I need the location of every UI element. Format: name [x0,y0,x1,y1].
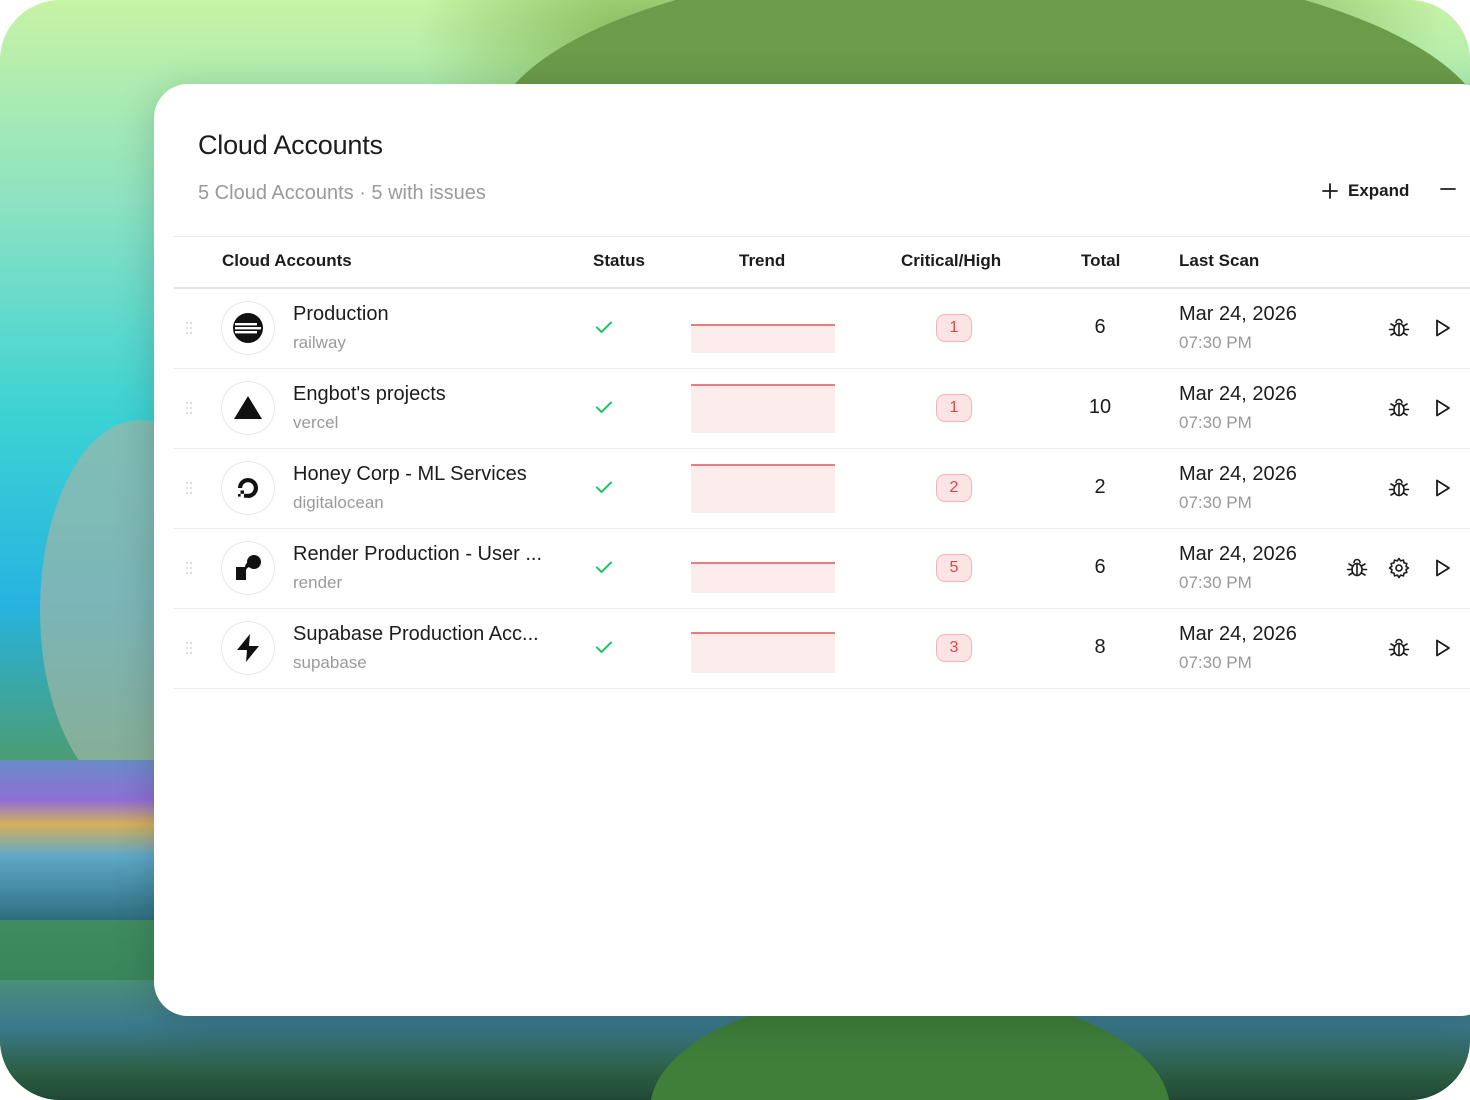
column-header-total[interactable]: Total [1081,251,1120,271]
total-count: 6 [1094,316,1106,338]
minus-icon [1440,188,1456,190]
critical-high-badge: 2 [936,474,972,502]
total-count: 6 [1094,556,1106,578]
account-name[interactable]: Production [293,303,389,326]
status-check-icon [594,397,614,421]
drag-handle-icon[interactable] [186,642,194,654]
table-row[interactable]: Production railway 1 6 Mar 24, 2026 07:3… [174,289,1470,369]
drag-handle-icon[interactable] [186,402,194,414]
bug-icon[interactable] [1345,556,1369,580]
total-count: 10 [1088,396,1112,418]
railway-logo-icon [221,301,275,355]
status-check-icon [594,317,614,341]
account-provider: digitalocean [293,493,384,512]
trend-sparkline [691,384,835,433]
play-icon[interactable] [1430,396,1454,420]
play-icon[interactable] [1430,476,1454,500]
column-header-critical-high[interactable]: Critical/High [901,251,1001,271]
desktop-wallpaper: Cloud Accounts 5 Cloud Accounts · 5 with… [0,0,1470,1100]
total-count: 8 [1094,636,1106,658]
trend-sparkline [691,632,835,673]
drag-handle-icon[interactable] [186,562,194,574]
drag-handle-icon[interactable] [186,482,194,494]
accounts-table: Cloud Accounts Status Trend Critical/Hig… [174,236,1470,689]
status-check-icon [594,557,614,581]
column-header-cloud-accounts[interactable]: Cloud Accounts [222,251,352,271]
bug-icon[interactable] [1387,476,1411,500]
expand-button[interactable]: Expand [1322,181,1409,201]
digitalocean-logo-icon [221,461,275,515]
last-scan-time: 07:30 PM [1179,493,1252,512]
trend-sparkline [691,324,835,353]
play-icon[interactable] [1430,556,1454,580]
table-row[interactable]: Honey Corp - ML Services digitalocean 2 … [174,449,1470,529]
collapse-button[interactable] [1440,181,1456,197]
row-actions [1340,636,1456,660]
bug-icon[interactable] [1387,636,1411,660]
account-provider: supabase [293,653,367,672]
trend-sparkline [691,562,835,593]
account-name[interactable]: Honey Corp - ML Services [293,463,527,486]
account-provider: vercel [293,413,339,432]
column-header-last-scan[interactable]: Last Scan [1179,251,1259,271]
critical-high-badge: 5 [936,554,972,582]
table-header: Cloud Accounts Status Trend Critical/Hig… [174,236,1470,289]
gear-icon[interactable] [1387,556,1411,580]
row-actions [1340,396,1456,420]
last-scan-time: 07:30 PM [1179,413,1252,432]
table-row[interactable]: Engbot's projects vercel 1 10 Mar 24, 20… [174,369,1470,449]
last-scan-time: 07:30 PM [1179,653,1252,672]
render-logo-icon [221,541,275,595]
row-actions [1340,316,1456,340]
page-title: Cloud Accounts [198,130,383,160]
column-header-status[interactable]: Status [593,251,645,271]
column-header-trend[interactable]: Trend [739,251,785,271]
critical-high-badge: 1 [936,314,972,342]
status-check-icon [594,477,614,501]
plus-icon [1322,183,1338,199]
page-subtitle: 5 Cloud Accounts · 5 with issues [198,182,486,204]
bug-icon[interactable] [1387,396,1411,420]
play-icon[interactable] [1430,636,1454,660]
last-scan-date: Mar 24, 2026 [1179,463,1297,485]
cloud-accounts-card: Cloud Accounts 5 Cloud Accounts · 5 with… [154,84,1470,1016]
last-scan-date: Mar 24, 2026 [1179,303,1297,325]
table-row[interactable]: Supabase Production Acc... supabase 3 8 … [174,609,1470,689]
row-actions [1340,556,1456,580]
critical-high-badge: 1 [936,394,972,422]
last-scan-date: Mar 24, 2026 [1179,543,1297,565]
vercel-logo-icon [221,381,275,435]
play-icon[interactable] [1430,316,1454,340]
drag-handle-icon[interactable] [186,322,194,334]
status-check-icon [594,637,614,661]
row-actions [1340,476,1456,500]
last-scan-time: 07:30 PM [1179,573,1252,592]
account-name[interactable]: Render Production - User ... [293,543,542,566]
last-scan-date: Mar 24, 2026 [1179,383,1297,405]
account-provider: render [293,573,343,592]
account-provider: railway [293,333,346,352]
bug-icon[interactable] [1387,316,1411,340]
account-name[interactable]: Engbot's projects [293,383,446,406]
account-name[interactable]: Supabase Production Acc... [293,623,539,646]
last-scan-date: Mar 24, 2026 [1179,623,1297,645]
critical-high-badge: 3 [936,634,972,662]
last-scan-time: 07:30 PM [1179,333,1252,352]
supabase-logo-icon [221,621,275,675]
total-count: 2 [1094,476,1106,498]
trend-sparkline [691,464,835,513]
expand-label: Expand [1348,181,1410,200]
table-row[interactable]: Render Production - User ... render 5 6 … [174,529,1470,609]
